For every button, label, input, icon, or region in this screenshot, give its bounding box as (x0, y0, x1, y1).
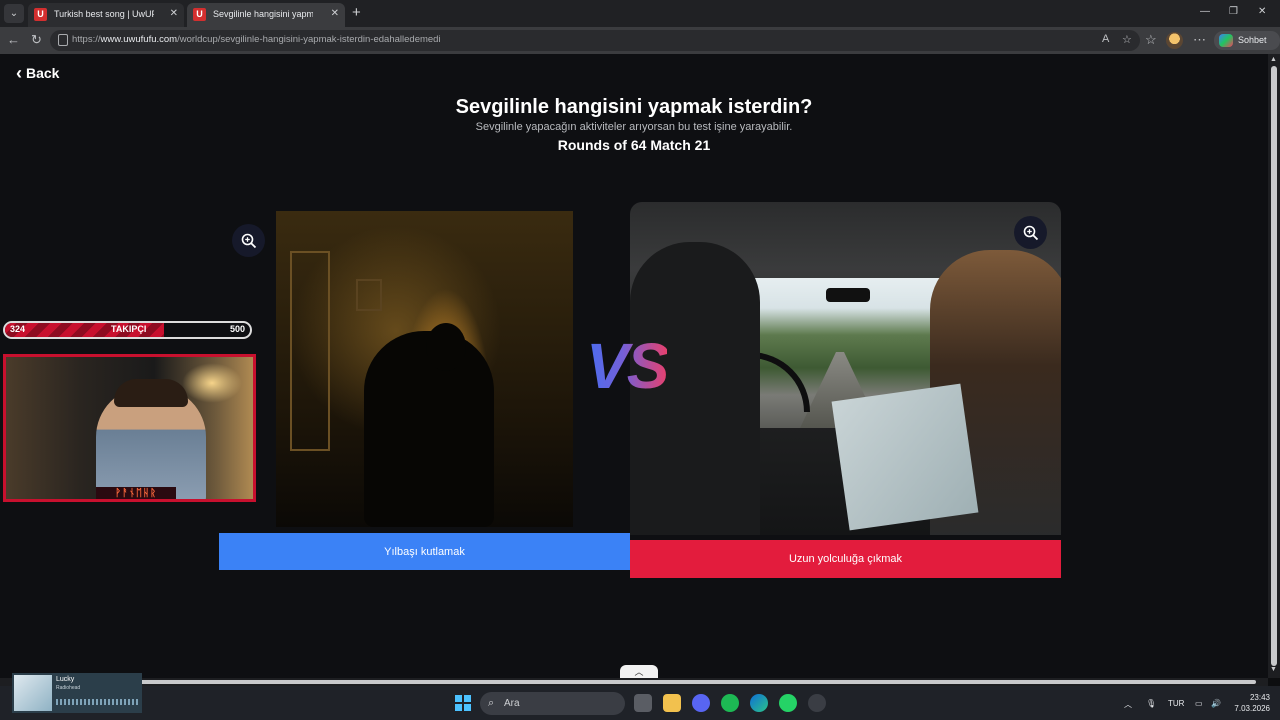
new-tab-button[interactable]: + (352, 4, 361, 22)
door-shape (290, 251, 330, 451)
tab-title: Turkish best song | UwUFUFU (54, 9, 154, 19)
network-icon[interactable]: ▭ (1195, 699, 1203, 708)
favorites-icon[interactable]: ☆ (1145, 32, 1157, 48)
clock-time: 23:43 (1249, 693, 1270, 702)
url-text: https://www.uwufufu.com/worldcup/sevgili… (72, 34, 441, 45)
song-title: Lucky (56, 676, 75, 683)
chevron-up-icon[interactable]: ︿ (1124, 699, 1132, 710)
taskbar-search[interactable]: ⌕ Ara (480, 692, 625, 715)
search-icon: ⌕ (488, 697, 495, 709)
url-field[interactable]: https://www.uwufufu.com/worldcup/sevgili… (50, 30, 1140, 51)
more-options-icon[interactable]: ⋯ (1193, 32, 1206, 48)
windows-start-icon[interactable] (455, 695, 471, 711)
album-art (14, 675, 52, 711)
lock-icon (58, 34, 68, 46)
left-choice-image[interactable] (276, 211, 573, 527)
discord-icon[interactable] (692, 694, 710, 712)
zoom-right-button[interactable] (1014, 216, 1047, 249)
zoom-left-button[interactable] (232, 224, 265, 257)
webcam-nameplate: ᚹᚨᚾᛖᚺᚱ (96, 487, 176, 499)
task-view-icon[interactable] (634, 694, 652, 712)
zoom-in-icon (1023, 225, 1038, 240)
horizontal-scrollbar[interactable] (0, 678, 1268, 686)
whatsapp-icon[interactable] (779, 694, 797, 712)
webcam-overlay: ᚹᚨᚾᛖᚺᚱ (3, 354, 256, 502)
vs-label: VS (586, 330, 669, 402)
file-explorer-icon[interactable] (663, 694, 681, 712)
tab-turkish-best-song[interactable]: U Turkish best song | UwUFUFU ✕ (28, 3, 184, 27)
lamp-glow (182, 363, 242, 403)
edge-icon[interactable] (750, 694, 768, 712)
follower-goal-bar: 324 TAKIPÇI 500 (3, 321, 252, 339)
follower-goal: 500 (229, 324, 245, 334)
right-choice-image[interactable] (630, 202, 1061, 535)
search-placeholder: Ara (504, 698, 520, 709)
page-title: Sevgilinle hangisini yapmak isterdin? (455, 96, 813, 118)
audio-waveform (56, 699, 138, 705)
spotify-icon[interactable] (721, 694, 739, 712)
scrollbar-thumb[interactable] (12, 680, 1256, 684)
clock-date: 7.03.2026 (1234, 704, 1270, 713)
vertical-scrollbar[interactable]: ▲ ▼ (1268, 54, 1280, 678)
scroll-up-icon[interactable]: ▲ (1270, 56, 1277, 63)
close-window-icon[interactable]: ✕ (1258, 6, 1266, 17)
tab-title: Sevgilinle hangisini yapmak isterdin (213, 9, 313, 19)
profile-avatar[interactable] (1166, 32, 1183, 49)
round-indicator: Rounds of 64 Match 21 (557, 137, 711, 153)
scrollbar-thumb[interactable] (1271, 66, 1277, 666)
back-button[interactable]: ‹ Back (16, 63, 60, 83)
reload-icon[interactable]: ↻ (31, 32, 42, 48)
system-clock[interactable]: 23:43 7.03.2026 (1224, 692, 1270, 714)
language-indicator[interactable]: TUR (1168, 699, 1184, 708)
chevron-up-icon[interactable]: ︿ (620, 665, 658, 678)
follower-count: 324 (10, 324, 26, 334)
media-widget[interactable]: Lucky Radiohead (12, 673, 142, 713)
uwufufu-favicon-icon: U (34, 8, 47, 21)
favorite-star-icon[interactable]: ☆ (1122, 33, 1132, 46)
steam-icon[interactable] (808, 694, 826, 712)
microphone-icon[interactable]: 🎙 (1146, 699, 1156, 708)
tab-bar: ⌄ U Turkish best song | UwUFUFU ✕ U Sevg… (0, 0, 1280, 27)
tab-sevgilinle[interactable]: U Sevgilinle hangisini yapmak isterdin ✕ (187, 3, 345, 27)
minimize-icon[interactable]: — (1200, 6, 1210, 17)
zoom-in-icon (241, 233, 256, 248)
right-choice-button[interactable]: Uzun yolculuğa çıkmak (630, 540, 1061, 578)
read-aloud-icon[interactable]: A (1102, 33, 1109, 45)
address-bar: ← ↻ https://www.uwufufu.com/worldcup/sev… (0, 27, 1280, 64)
map-paper (831, 383, 979, 531)
follower-label: TAKIPÇI (111, 324, 147, 334)
close-icon[interactable]: ✕ (170, 3, 178, 25)
uwufufu-favicon-icon: U (193, 8, 206, 21)
head-silhouette (426, 323, 466, 371)
copilot-icon (1219, 34, 1233, 47)
rearview-mirror (826, 288, 870, 302)
left-choice-button[interactable]: Yılbaşı kutlamak (219, 533, 630, 570)
scroll-down-icon[interactable]: ▼ (1270, 666, 1277, 673)
volume-icon[interactable]: 🔊 (1211, 699, 1221, 708)
page-content: ‹ Back Sevgilinle hangisini yapmak ister… (0, 54, 1268, 678)
copilot-button[interactable]: Sohbet et (1214, 31, 1280, 64)
chevron-left-icon: ‹ (16, 63, 22, 83)
close-icon[interactable]: ✕ (331, 3, 339, 25)
back-label: Back (26, 65, 60, 81)
restore-icon[interactable]: ❐ (1229, 6, 1238, 17)
back-arrow-icon[interactable]: ← (7, 32, 20, 48)
picture-frame-shape (356, 279, 382, 311)
page-subtitle: Sevgilinle yapacağın aktiviteler arıyors… (475, 121, 793, 133)
streamer-hair (114, 379, 188, 407)
tab-actions-button[interactable]: ⌄ (4, 4, 24, 23)
song-artist: Radiohead (56, 685, 81, 691)
